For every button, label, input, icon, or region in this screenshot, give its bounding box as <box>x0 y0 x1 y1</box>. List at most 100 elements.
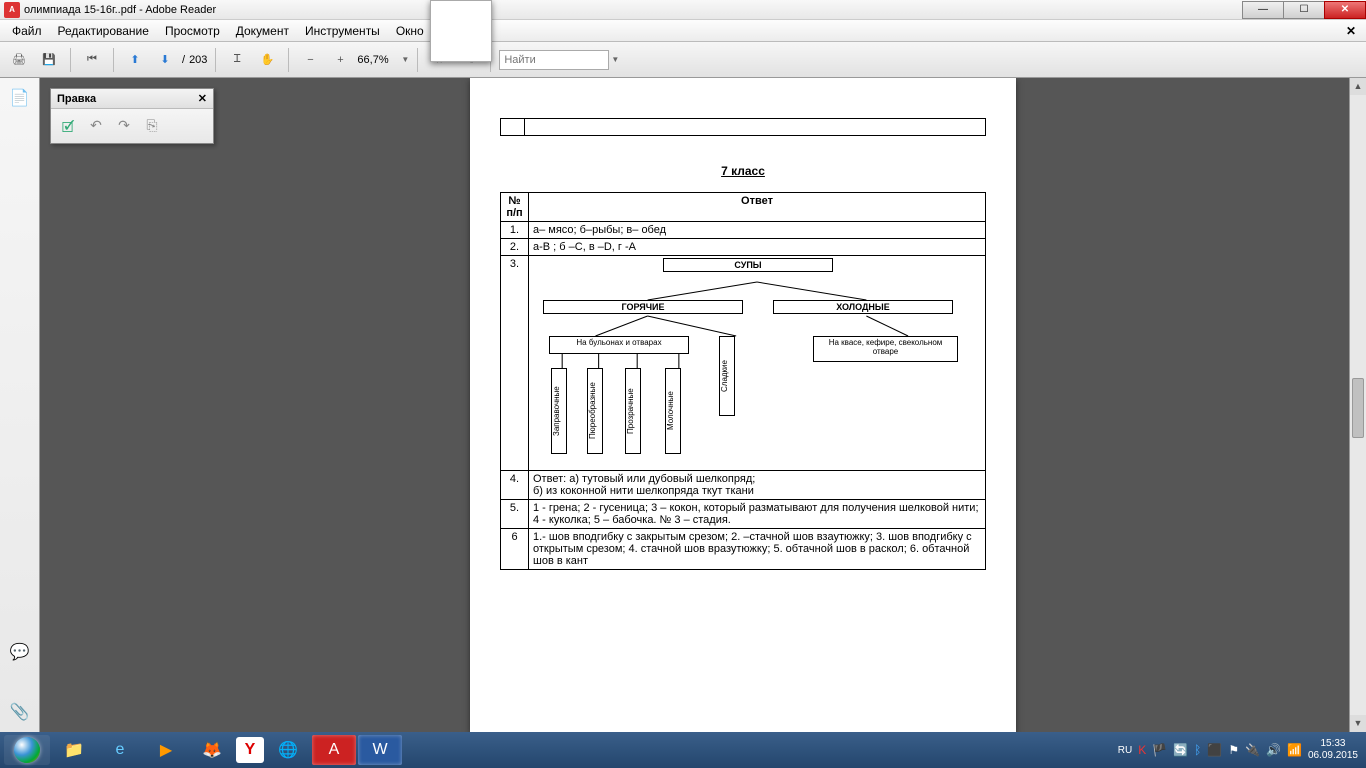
tray-network-icon[interactable]: 📶 <box>1287 743 1302 757</box>
taskbar-word-icon[interactable]: W <box>358 735 402 765</box>
row-num: 6 <box>501 529 529 570</box>
zoom-out-button[interactable]: − <box>297 47 323 73</box>
vertical-scrollbar[interactable]: ▲ ▼ <box>1349 78 1366 732</box>
print-button[interactable]: 🖨 <box>6 47 32 73</box>
taskbar[interactable]: 📁 e ▶ 🦊 Y 🌐 A W RU K 🏴 🔄 ᛒ ⬛ ⚑ 🔌 🔊 📶 15:… <box>0 732 1366 768</box>
pages-panel-icon[interactable]: 📄 <box>10 88 30 108</box>
system-tray[interactable]: RU K 🏴 🔄 ᛒ ⬛ ⚑ 🔌 🔊 📶 15:33 06.09.2015 <box>1118 738 1362 762</box>
diagram-box: На квасе, кефире, свекольном отваре <box>813 336 958 362</box>
taskbar-yandex-icon[interactable]: Y <box>236 737 264 763</box>
menu-edit[interactable]: Редактирование <box>50 22 157 40</box>
spellcheck-icon[interactable]: 🗹 <box>59 117 77 135</box>
pdf-page: 7 класс № п/п Ответ 1. а– мясо; б–рыбы; … <box>470 78 1016 732</box>
tray-antivirus-icon[interactable]: K <box>1138 743 1146 757</box>
pdf-icon: A <box>4 2 20 18</box>
page-total: 203 <box>189 54 207 66</box>
tray-flag-icon[interactable]: 🏴 <box>1152 743 1167 757</box>
edit-palette[interactable]: Правка ✕ 🗹 ↶ ↷ ⎘ <box>50 88 214 144</box>
window-titlebar: A олимпиада 15-16г..pdf - Adobe Reader —… <box>0 0 1366 20</box>
taskbar-chrome-icon[interactable]: 🌐 <box>266 735 310 765</box>
menu-bar: Файл Редактирование Просмотр Документ Ин… <box>0 20 1366 42</box>
scroll-down-icon[interactable]: ▼ <box>1350 715 1366 732</box>
document-close-button[interactable]: ✕ <box>1340 24 1362 38</box>
menu-window[interactable]: Окно <box>388 22 432 40</box>
palette-title: Правка <box>57 93 96 105</box>
separator <box>215 48 216 72</box>
copy-icon[interactable]: ⎘ <box>143 117 161 135</box>
menu-tools[interactable]: Инструменты <box>297 22 388 40</box>
maximize-button[interactable]: ☐ <box>1283 1 1325 19</box>
palette-close-button[interactable]: ✕ <box>198 92 207 105</box>
answer-cell: СУПЫ ГОРЯЧИЕ ХОЛОДНЫЕ На бульонах и отва… <box>529 256 986 471</box>
zoom-value: 66,7% <box>357 54 399 66</box>
separator <box>113 48 114 72</box>
tray-date: 06.09.2015 <box>1308 750 1358 762</box>
page-up-button[interactable]: ⬆ <box>122 47 148 73</box>
tray-clock[interactable]: 15:33 06.09.2015 <box>1308 738 1358 762</box>
tray-sync-icon[interactable]: 🔄 <box>1173 743 1188 757</box>
save-button[interactable]: 💾 <box>36 47 62 73</box>
start-button[interactable] <box>4 735 50 765</box>
menu-file[interactable]: Файл <box>4 22 50 40</box>
palette-header[interactable]: Правка ✕ <box>51 89 213 109</box>
answers-table: № п/п Ответ 1. а– мясо; б–рыбы; в– обед … <box>500 192 986 570</box>
close-button[interactable]: ✕ <box>1324 1 1366 19</box>
header-row <box>500 118 986 136</box>
page-separator: / <box>182 54 185 66</box>
attachments-panel-icon[interactable]: 📎 <box>10 702 30 722</box>
page-number-input[interactable] <box>430 0 492 62</box>
menu-document[interactable]: Документ <box>228 22 297 40</box>
document-viewer[interactable]: 7 класс № п/п Ответ 1. а– мясо; б–рыбы; … <box>40 78 1349 732</box>
diagram-box: СУПЫ <box>663 258 833 272</box>
taskbar-explorer-icon[interactable]: 📁 <box>52 735 96 765</box>
taskbar-firefox-icon[interactable]: 🦊 <box>190 735 234 765</box>
tray-updates-icon[interactable]: ⚑ <box>1228 743 1239 757</box>
taskbar-media-icon[interactable]: ▶ <box>144 735 188 765</box>
diagram-box: Сладкие <box>719 336 735 416</box>
row-num: 1. <box>501 222 529 239</box>
windows-orb-icon <box>14 737 40 763</box>
tray-power-icon[interactable]: 🔌 <box>1245 743 1260 757</box>
taskbar-reader-icon[interactable]: A <box>312 735 356 765</box>
undo-icon[interactable]: ↶ <box>87 117 105 135</box>
minimize-button[interactable]: — <box>1242 1 1284 19</box>
row-num: 2. <box>501 239 529 256</box>
row-num: 5. <box>501 500 529 529</box>
tray-nvidia-icon[interactable]: ⬛ <box>1207 743 1222 757</box>
diagram-box: ХОЛОДНЫЕ <box>773 300 953 314</box>
zoom-in-button[interactable]: + <box>327 47 353 73</box>
zoom-dropdown-icon[interactable]: ▼ <box>401 55 409 64</box>
grade-heading: 7 класс <box>500 164 986 178</box>
answer-cell: а– мясо; б–рыбы; в– обед <box>529 222 986 239</box>
diagram-box: ГОРЯЧИЕ <box>543 300 743 314</box>
nav-first-button[interactable]: ⏮ <box>79 47 105 73</box>
separator <box>417 48 418 72</box>
row-num: 3. <box>501 256 529 471</box>
answer-cell: Ответ: а) тутовый или дубовый шелкопряд;… <box>529 471 986 500</box>
select-tool-button[interactable]: Ꮖ <box>224 47 250 73</box>
tray-language[interactable]: RU <box>1118 745 1132 756</box>
separator <box>70 48 71 72</box>
tray-time: 15:33 <box>1308 738 1358 750</box>
diagram-box: Молочные <box>665 368 681 454</box>
taskbar-ie-icon[interactable]: e <box>98 735 142 765</box>
answer-cell: а-В ; б –С, в –D, г -А <box>529 239 986 256</box>
scroll-thumb[interactable] <box>1352 378 1364 438</box>
diagram-box: Заправочные <box>551 368 567 454</box>
hand-tool-button[interactable]: ✋ <box>254 47 280 73</box>
tray-bluetooth-icon[interactable]: ᛒ <box>1194 743 1201 757</box>
toolbar: 🖨 💾 ⏮ ⬆ ⬇ / 203 Ꮖ ✋ − + 66,7% ▼ ↔ ⛶ ▼ <box>0 42 1366 78</box>
page-down-button[interactable]: ⬇ <box>152 47 178 73</box>
scroll-up-icon[interactable]: ▲ <box>1350 78 1366 95</box>
redo-icon[interactable]: ↷ <box>115 117 133 135</box>
separator <box>288 48 289 72</box>
soup-diagram: СУПЫ ГОРЯЧИЕ ХОЛОДНЫЕ На бульонах и отва… <box>533 258 981 468</box>
find-input[interactable] <box>499 50 609 70</box>
diagram-box: Прозрачные <box>625 368 641 454</box>
comments-panel-icon[interactable]: 💬 <box>10 642 30 662</box>
nav-pane: 📄 💬 📎 <box>0 78 40 732</box>
find-dropdown-icon[interactable]: ▼ <box>611 55 619 64</box>
col-answer-header: Ответ <box>529 193 986 222</box>
menu-view[interactable]: Просмотр <box>157 22 228 40</box>
tray-volume-icon[interactable]: 🔊 <box>1266 743 1281 757</box>
